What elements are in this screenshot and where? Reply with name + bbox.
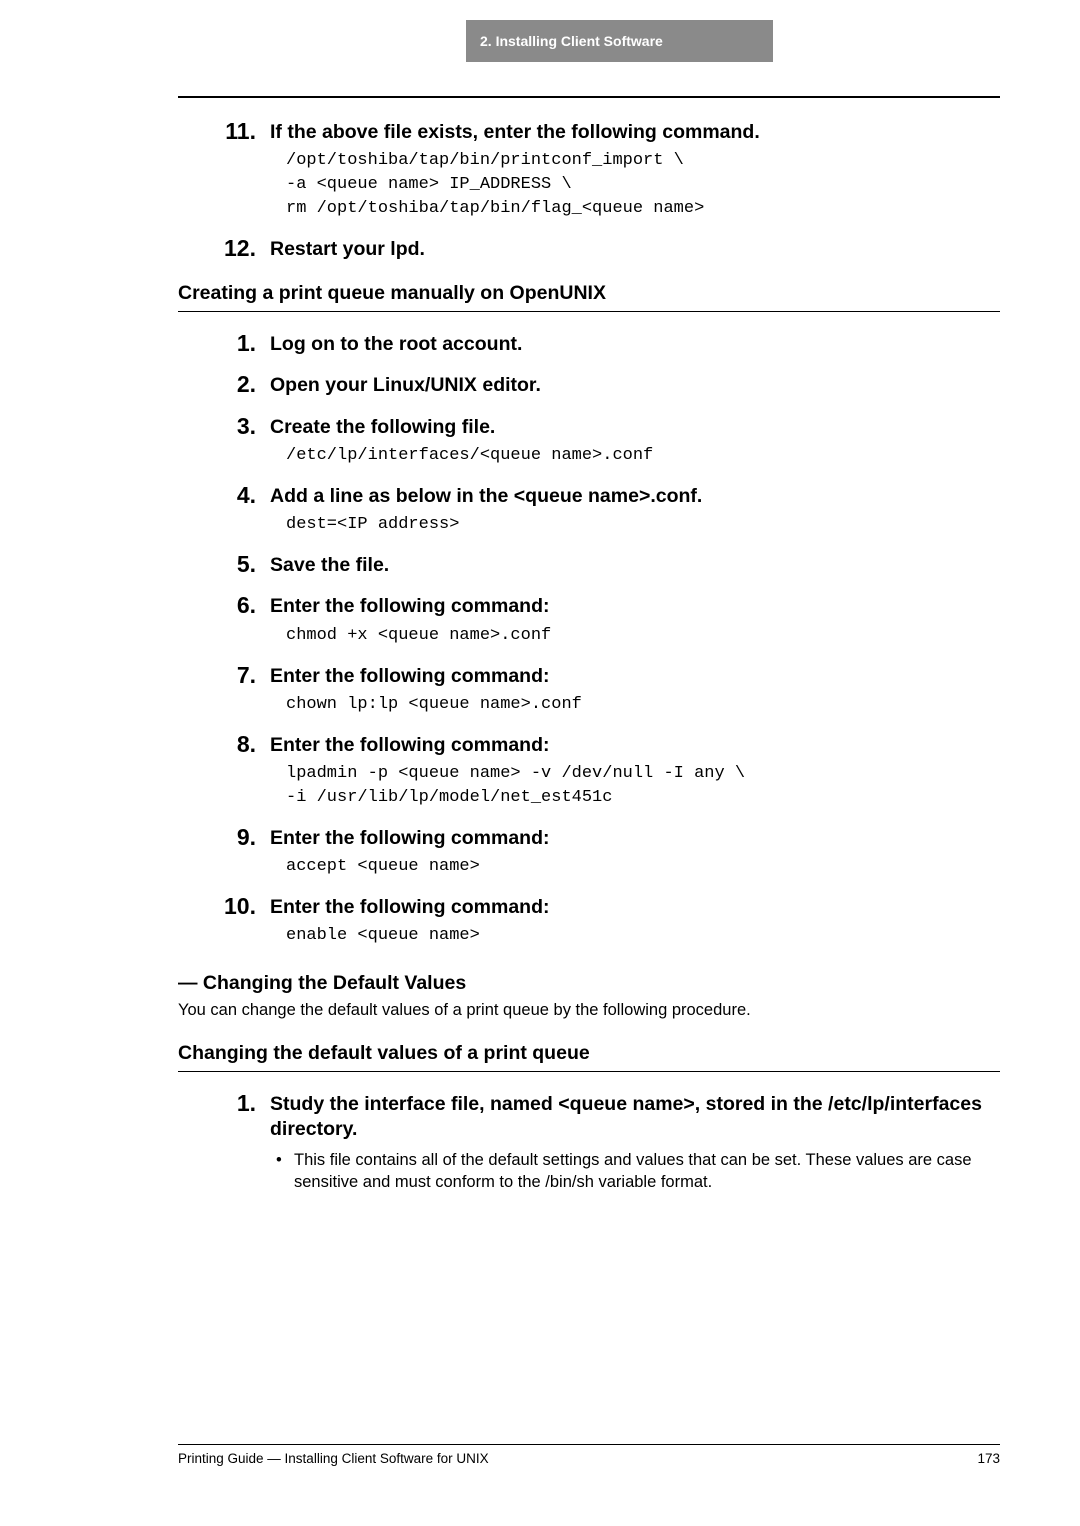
step-number: 7.	[178, 662, 270, 717]
step-number: 12.	[178, 235, 270, 262]
step-body: Log on to the root account.	[270, 330, 1000, 357]
step-title: Open your Linux/UNIX editor.	[270, 373, 1000, 398]
step-title: Enter the following command:	[270, 826, 1000, 851]
subsection-heading: — Changing the Default Values	[178, 972, 1000, 995]
step-body: Enter the following command: chown lp:lp…	[270, 662, 1000, 717]
step-title: Log on to the root account.	[270, 332, 1000, 357]
bullet-item: This file contains all of the default se…	[294, 1149, 1000, 1194]
step-body: If the above file exists, enter the foll…	[270, 118, 1000, 221]
code-block: accept <queue name>	[286, 855, 1000, 879]
step-title: Enter the following command:	[270, 594, 1000, 619]
step-number: 6.	[178, 592, 270, 647]
step-title: Enter the following command:	[270, 733, 1000, 758]
code-block: dest=<IP address>	[286, 513, 1000, 537]
footer-left: Printing Guide — Installing Client Softw…	[178, 1451, 489, 1466]
chapter-label: 2. Installing Client Software	[480, 33, 663, 49]
page-footer: Printing Guide — Installing Client Softw…	[178, 1444, 1000, 1466]
step-body: Enter the following command: chmod +x <q…	[270, 592, 1000, 647]
step-title: Add a line as below in the <queue name>.…	[270, 484, 1000, 509]
step-title: Enter the following command:	[270, 895, 1000, 920]
step-body: Study the interface file, named <queue n…	[270, 1090, 1000, 1193]
section-heading: Changing the default values of a print q…	[178, 1042, 1000, 1072]
step-item: 4. Add a line as below in the <queue nam…	[178, 482, 1000, 537]
step-item: 9. Enter the following command: accept <…	[178, 824, 1000, 879]
step-body: Add a line as below in the <queue name>.…	[270, 482, 1000, 537]
step-item: 11. If the above file exists, enter the …	[178, 118, 1000, 221]
code-block: /opt/toshiba/tap/bin/printconf_import \ …	[286, 149, 1000, 220]
step-body: Save the file.	[270, 551, 1000, 578]
step-item: 2. Open your Linux/UNIX editor.	[178, 371, 1000, 398]
step-body: Enter the following command: enable <que…	[270, 893, 1000, 948]
top-rule	[178, 96, 1000, 98]
step-body: Enter the following command: lpadmin -p …	[270, 731, 1000, 810]
step-body: Restart your lpd.	[270, 235, 1000, 262]
step-item: 7. Enter the following command: chown lp…	[178, 662, 1000, 717]
step-item: 10. Enter the following command: enable …	[178, 893, 1000, 948]
body-text: You can change the default values of a p…	[178, 999, 1000, 1022]
code-block: chmod +x <queue name>.conf	[286, 624, 1000, 648]
code-block: enable <queue name>	[286, 924, 1000, 948]
step-number: 9.	[178, 824, 270, 879]
step-body: Create the following file. /etc/lp/inter…	[270, 413, 1000, 468]
step-item: 1. Log on to the root account.	[178, 330, 1000, 357]
step-title: If the above file exists, enter the foll…	[270, 120, 1000, 145]
footer-page-number: 173	[977, 1451, 1000, 1466]
step-title: Restart your lpd.	[270, 237, 1000, 262]
chapter-tab: 2. Installing Client Software	[466, 20, 773, 62]
code-block: /etc/lp/interfaces/<queue name>.conf	[286, 444, 1000, 468]
step-item: 6. Enter the following command: chmod +x…	[178, 592, 1000, 647]
step-item: 12. Restart your lpd.	[178, 235, 1000, 262]
step-item: 3. Create the following file. /etc/lp/in…	[178, 413, 1000, 468]
step-item: 8. Enter the following command: lpadmin …	[178, 731, 1000, 810]
code-block: lpadmin -p <queue name> -v /dev/null -I …	[286, 762, 1000, 810]
step-number: 11.	[178, 118, 270, 221]
page-content: 11. If the above file exists, enter the …	[178, 96, 1000, 1207]
section-heading: Creating a print queue manually on OpenU…	[178, 282, 1000, 312]
step-item: 5. Save the file.	[178, 551, 1000, 578]
step-number: 10.	[178, 893, 270, 948]
step-number: 3.	[178, 413, 270, 468]
step-title: Study the interface file, named <queue n…	[270, 1092, 1000, 1143]
step-body: Enter the following command: accept <que…	[270, 824, 1000, 879]
step-title: Enter the following command:	[270, 664, 1000, 689]
step-number: 1.	[178, 330, 270, 357]
step-title: Create the following file.	[270, 415, 1000, 440]
step-number: 5.	[178, 551, 270, 578]
step-item: 1. Study the interface file, named <queu…	[178, 1090, 1000, 1193]
step-number: 4.	[178, 482, 270, 537]
step-number: 1.	[178, 1090, 270, 1193]
step-number: 2.	[178, 371, 270, 398]
code-block: chown lp:lp <queue name>.conf	[286, 693, 1000, 717]
step-title: Save the file.	[270, 553, 1000, 578]
step-number: 8.	[178, 731, 270, 810]
step-body: Open your Linux/UNIX editor.	[270, 371, 1000, 398]
